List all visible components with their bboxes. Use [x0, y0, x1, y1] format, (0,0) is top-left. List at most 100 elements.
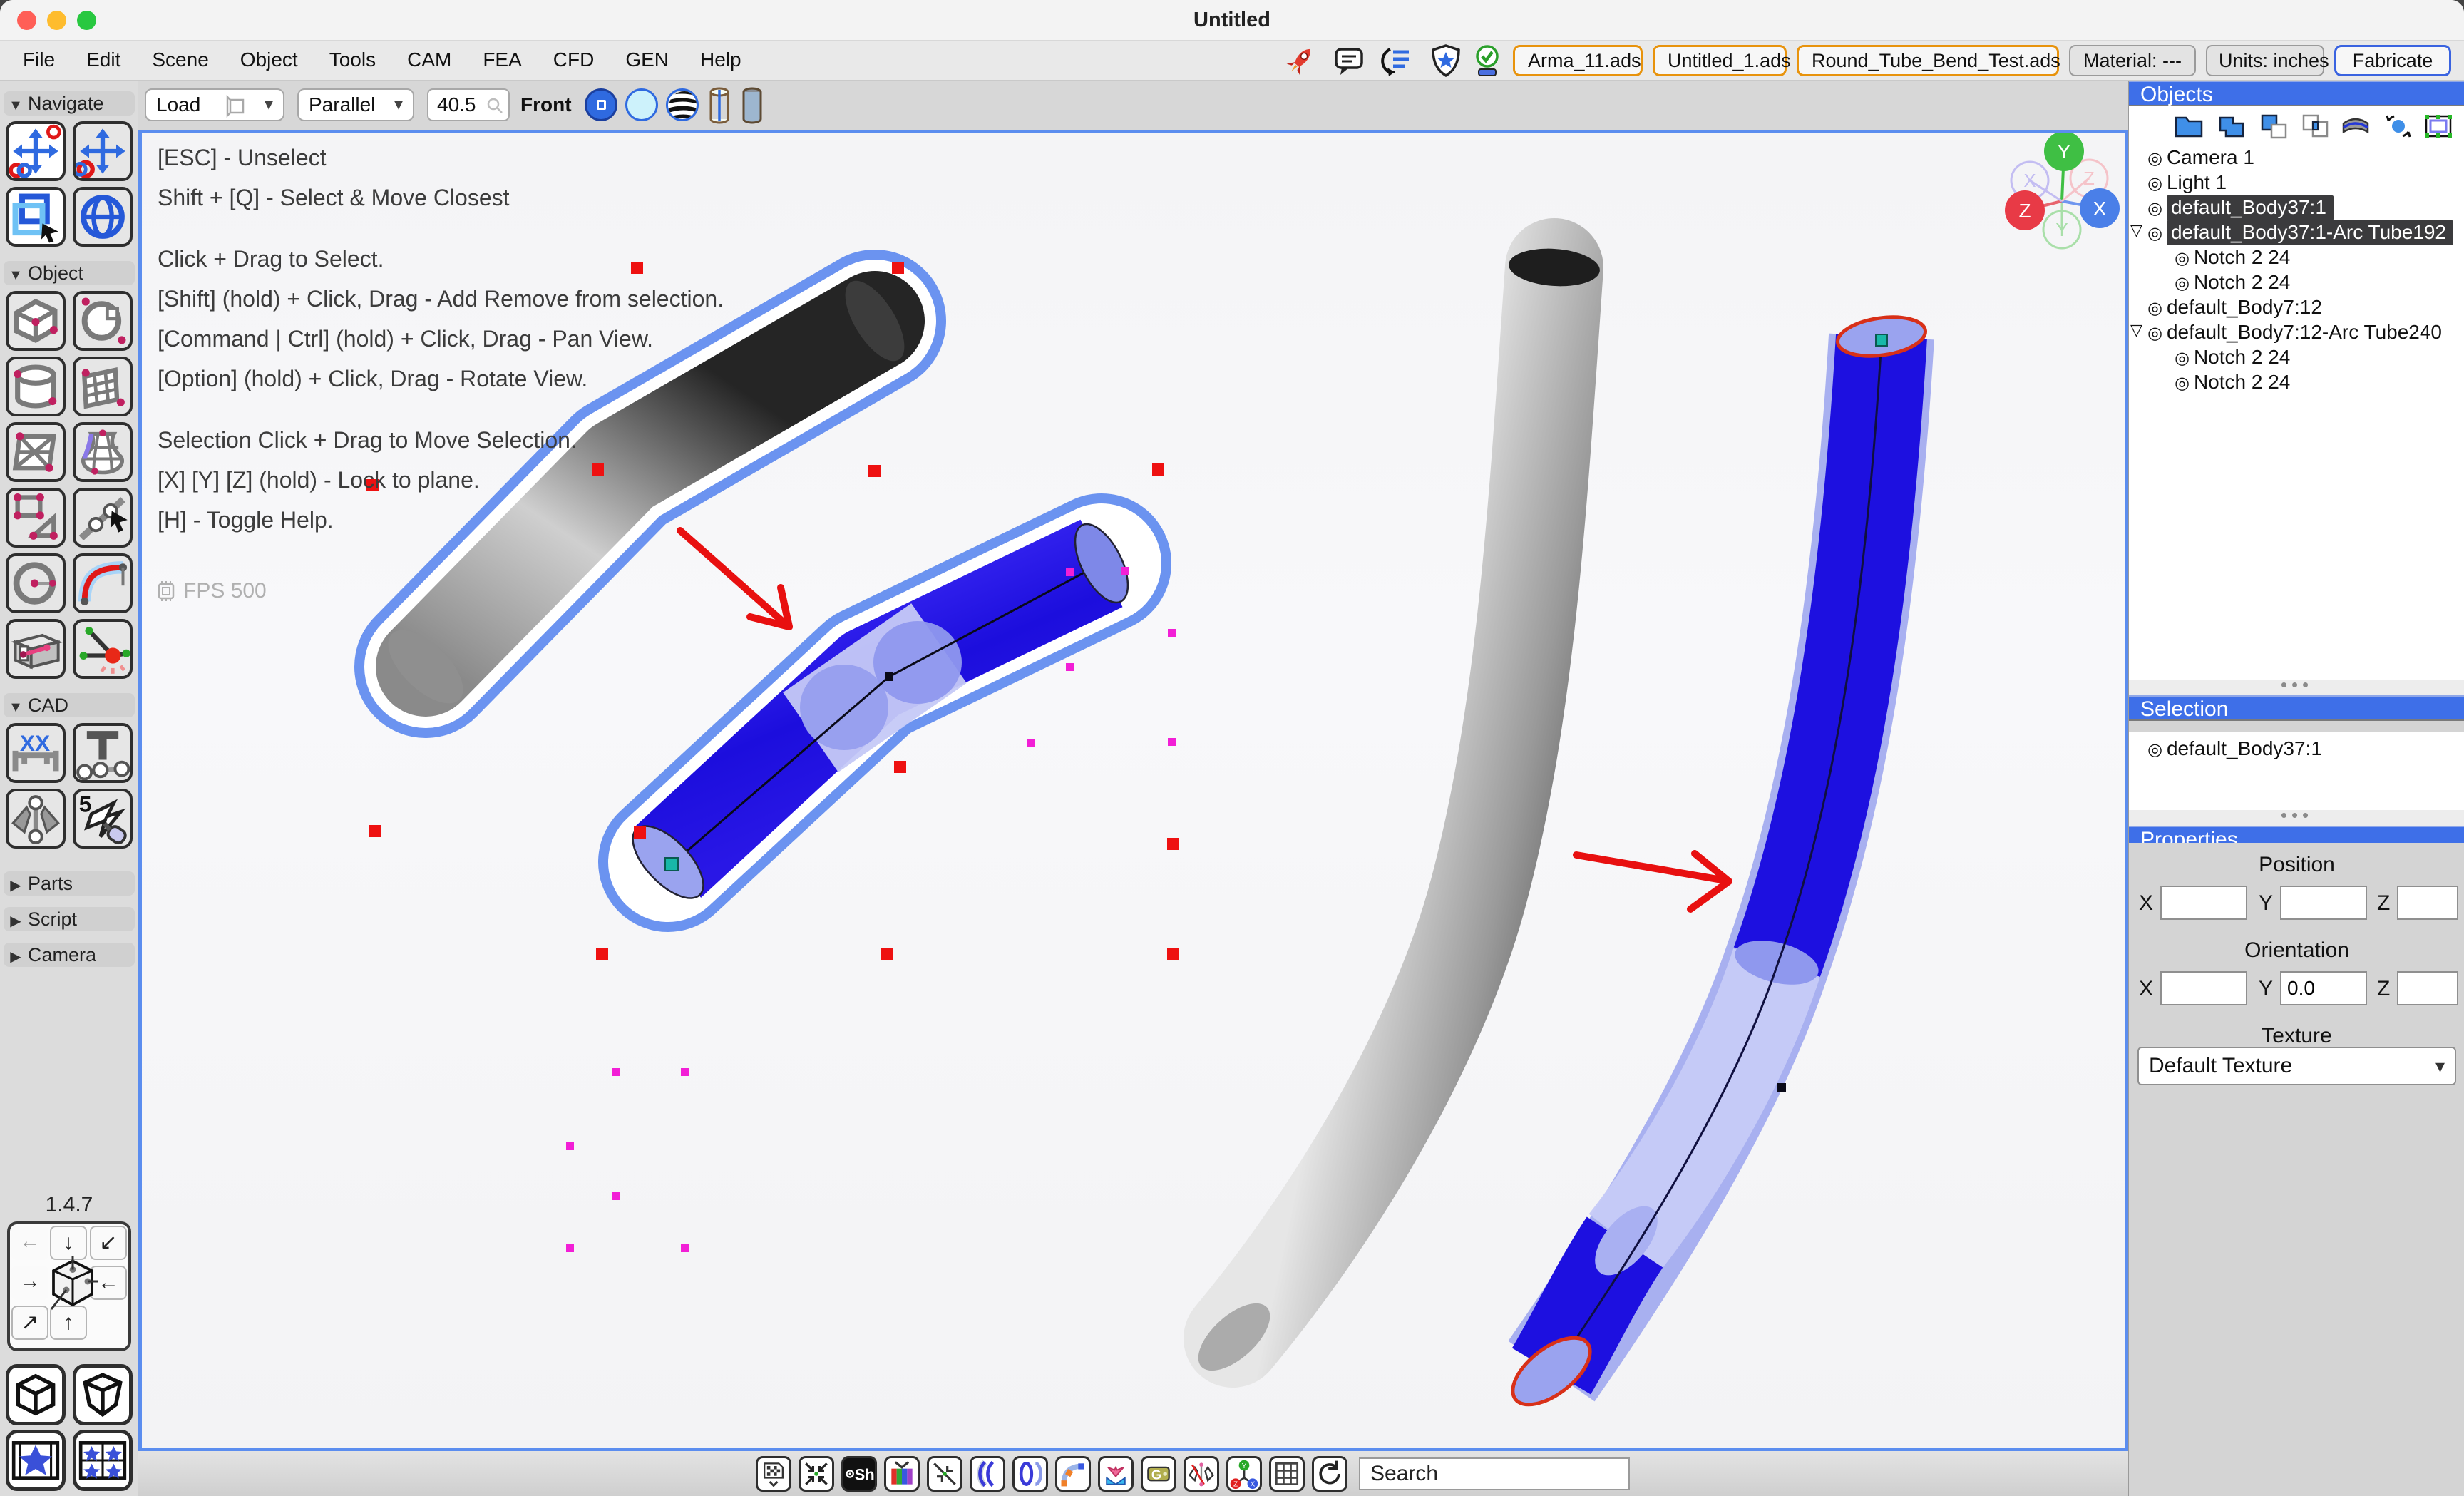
search-box[interactable] — [1359, 1457, 1630, 1490]
arrow-up-right-icon[interactable]: ↗ — [11, 1306, 48, 1340]
menu-cam[interactable]: CAM — [391, 48, 467, 71]
tab-document[interactable]: Round_Tube_Bend_Test.ads — [1797, 45, 2059, 76]
section-script[interactable]: ▶Script — [4, 907, 135, 931]
shield-star-icon[interactable] — [1429, 43, 1463, 78]
tree-row[interactable]: ◎Notch 2 24 — [2129, 371, 2464, 396]
section-object[interactable]: ▼Object — [4, 261, 135, 285]
create-plane-button[interactable] — [73, 357, 133, 416]
tree-row[interactable]: ◎Notch 2 24 — [2129, 346, 2464, 371]
position-x-field[interactable] — [2160, 886, 2247, 920]
navigate-orbit-globe-button[interactable] — [73, 187, 133, 247]
tree-row[interactable]: ◎Camera 1 — [2129, 146, 2464, 171]
tree-row[interactable]: ◎Notch 2 24 — [2129, 271, 2464, 296]
panel-splitter[interactable]: ••• — [2129, 680, 2464, 695]
menu-help[interactable]: Help — [684, 48, 757, 71]
midpoint-handle[interactable] — [1777, 1083, 1786, 1092]
tree-item-label[interactable]: Camera 1 — [2167, 146, 2254, 168]
bounds-icon[interactable] — [2423, 112, 2454, 140]
tree-item-label[interactable]: Notch 2 24 — [2194, 271, 2290, 293]
tube-arc-button[interactable] — [970, 1456, 1005, 1492]
panel-splitter[interactable]: ••• — [2129, 810, 2464, 826]
section-cad[interactable]: ▼CAD — [4, 693, 135, 717]
material-button[interactable]: Material: --- — [2069, 45, 2196, 76]
view-mode-zebra-button[interactable] — [666, 88, 699, 121]
tree-row[interactable]: ▽◎default_Body7:12-Arc Tube240 — [2129, 321, 2464, 346]
menu-gen[interactable]: GEN — [610, 48, 684, 71]
orthographic-cube-button[interactable] — [73, 1364, 133, 1425]
export-checker-button[interactable] — [756, 1456, 791, 1492]
menu-edit[interactable]: Edit — [71, 48, 136, 71]
blue-tube-1[interactable] — [621, 516, 1139, 910]
arrow-down-left-icon[interactable]: ↙ — [90, 1226, 127, 1260]
arrow-down-icon[interactable]: ↓ — [50, 1226, 87, 1260]
tree-item-label[interactable]: Notch 2 24 — [2194, 346, 2290, 368]
menu-file[interactable]: File — [7, 48, 71, 71]
orientation-gizmo[interactable]: X Z Y Y Z X — [2005, 133, 2120, 248]
selection-panel-header[interactable]: Selection — [2129, 695, 2464, 721]
render-tv-button[interactable] — [884, 1456, 920, 1492]
sketch-shapes-button[interactable] — [6, 488, 66, 548]
shader-button[interactable]: Sh — [841, 1456, 877, 1492]
texture-dropdown[interactable]: Default Texture ▾ — [2137, 1047, 2456, 1085]
create-circle-button[interactable] — [6, 553, 66, 613]
load-dropdown[interactable]: Load ▾ — [145, 88, 284, 121]
pipe-bend-button[interactable] — [1055, 1456, 1091, 1492]
orientation-z-field[interactable] — [2397, 971, 2458, 1005]
search-input[interactable] — [1360, 1459, 1628, 1489]
view-mode-wire-button[interactable] — [625, 88, 658, 121]
units-button[interactable]: Units: inches — [2206, 45, 2324, 76]
tree-item-label[interactable]: Light 1 — [2167, 171, 2227, 193]
perspective-cube-button[interactable] — [6, 1364, 66, 1425]
bend-surface-icon[interactable] — [2340, 112, 2371, 140]
center-view-button[interactable] — [799, 1456, 834, 1492]
gray-tube-2[interactable] — [1187, 246, 1601, 1383]
gcode-tag-button[interactable]: G — [1141, 1456, 1176, 1492]
expand-arrow-icon[interactable]: ▽ — [2130, 321, 2142, 339]
menu-object[interactable]: Object — [225, 48, 314, 71]
orientation-x-field[interactable] — [2160, 971, 2247, 1005]
navigate-move-button[interactable] — [73, 121, 133, 181]
tree-item-label[interactable]: default_Body7:12-Arc Tube240 — [2167, 321, 2442, 343]
tree-row[interactable]: ◎default_Body37:1 — [2129, 196, 2464, 221]
tree-item-label[interactable]: Notch 2 24 — [2194, 371, 2290, 393]
refresh-button[interactable] — [1312, 1456, 1348, 1492]
selection-item[interactable]: ◎default_Body37:1 — [2129, 732, 2464, 757]
tree-row[interactable]: ▽◎default_Body37:1-Arc Tube192 — [2129, 221, 2464, 246]
menu-fea[interactable]: FEA — [467, 48, 537, 71]
sync-notes-icon[interactable] — [1380, 43, 1415, 78]
cylinder-section-button[interactable] — [1012, 1456, 1048, 1492]
menu-cfd[interactable]: CFD — [538, 48, 610, 71]
menu-tools[interactable]: Tools — [314, 48, 391, 71]
create-cylinder-button[interactable] — [6, 357, 66, 416]
boolean-subtract-icon[interactable] — [2259, 112, 2290, 140]
3d-viewport[interactable]: X Z Y Y Z X [ESC] - UnselectShift + [Q] … — [138, 130, 2128, 1451]
favorite-grid-button[interactable] — [73, 1430, 133, 1491]
navigate-move-select-button[interactable] — [6, 121, 66, 181]
create-box-tube-button[interactable] — [6, 619, 66, 679]
cad-tee-button[interactable] — [73, 723, 133, 783]
create-bend-button[interactable] — [73, 553, 133, 613]
section-camera[interactable]: ▶Camera — [4, 943, 135, 967]
tube-outline-toggle[interactable] — [709, 87, 730, 124]
cad-notch-button[interactable]: 5 — [73, 789, 133, 849]
axes-indicator-button[interactable]: YZX — [1226, 1456, 1262, 1492]
cad-dimension-button[interactable]: XX — [6, 723, 66, 783]
tab-document[interactable]: Arma_11.ads — [1513, 45, 1643, 76]
create-lathe-button[interactable] — [73, 422, 133, 482]
cad-mirror-button[interactable] — [6, 789, 66, 849]
rocket-icon[interactable] — [1283, 43, 1318, 78]
favorite-view-button[interactable] — [6, 1430, 66, 1491]
tree-row[interactable]: ◎Notch 2 24 — [2129, 246, 2464, 271]
tree-row[interactable]: ◎default_Body7:12 — [2129, 296, 2464, 321]
tube-solid-toggle[interactable] — [741, 87, 763, 124]
import-shape-button[interactable] — [1098, 1456, 1134, 1492]
view-mode-shaded-button[interactable] — [585, 88, 617, 121]
rotate-icon[interactable] — [2383, 112, 2414, 140]
boolean-intersect-icon[interactable] — [2300, 112, 2331, 140]
endpoint-handle-teal[interactable] — [665, 858, 678, 871]
grid-toggle-button[interactable] — [1269, 1456, 1305, 1492]
menu-scene[interactable]: Scene — [136, 48, 224, 71]
explode-point-button[interactable] — [73, 619, 133, 679]
folder-icon[interactable] — [2173, 112, 2204, 140]
tree-row[interactable]: ◎Light 1 — [2129, 171, 2464, 196]
